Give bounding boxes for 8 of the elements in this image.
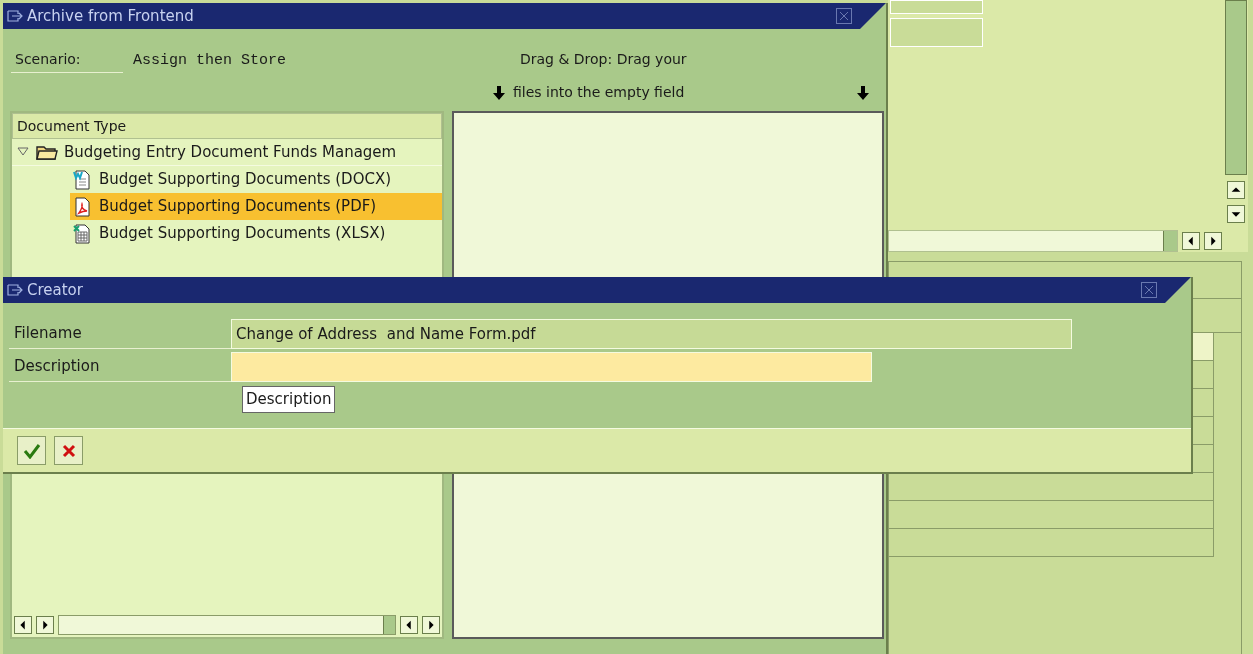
window-title: Archive from Frontend [27,5,194,27]
window-title: Creator [27,279,83,301]
tooltip: Description [242,386,336,413]
drag-drop-text: Drag & Drop: Drag your [519,50,688,69]
column-header: Document Type [12,113,442,139]
drag-drop-text: files into the empty field [513,83,686,102]
scenario-value: Assign then Store [133,50,287,71]
scenario-label: Scenario: [11,49,123,73]
